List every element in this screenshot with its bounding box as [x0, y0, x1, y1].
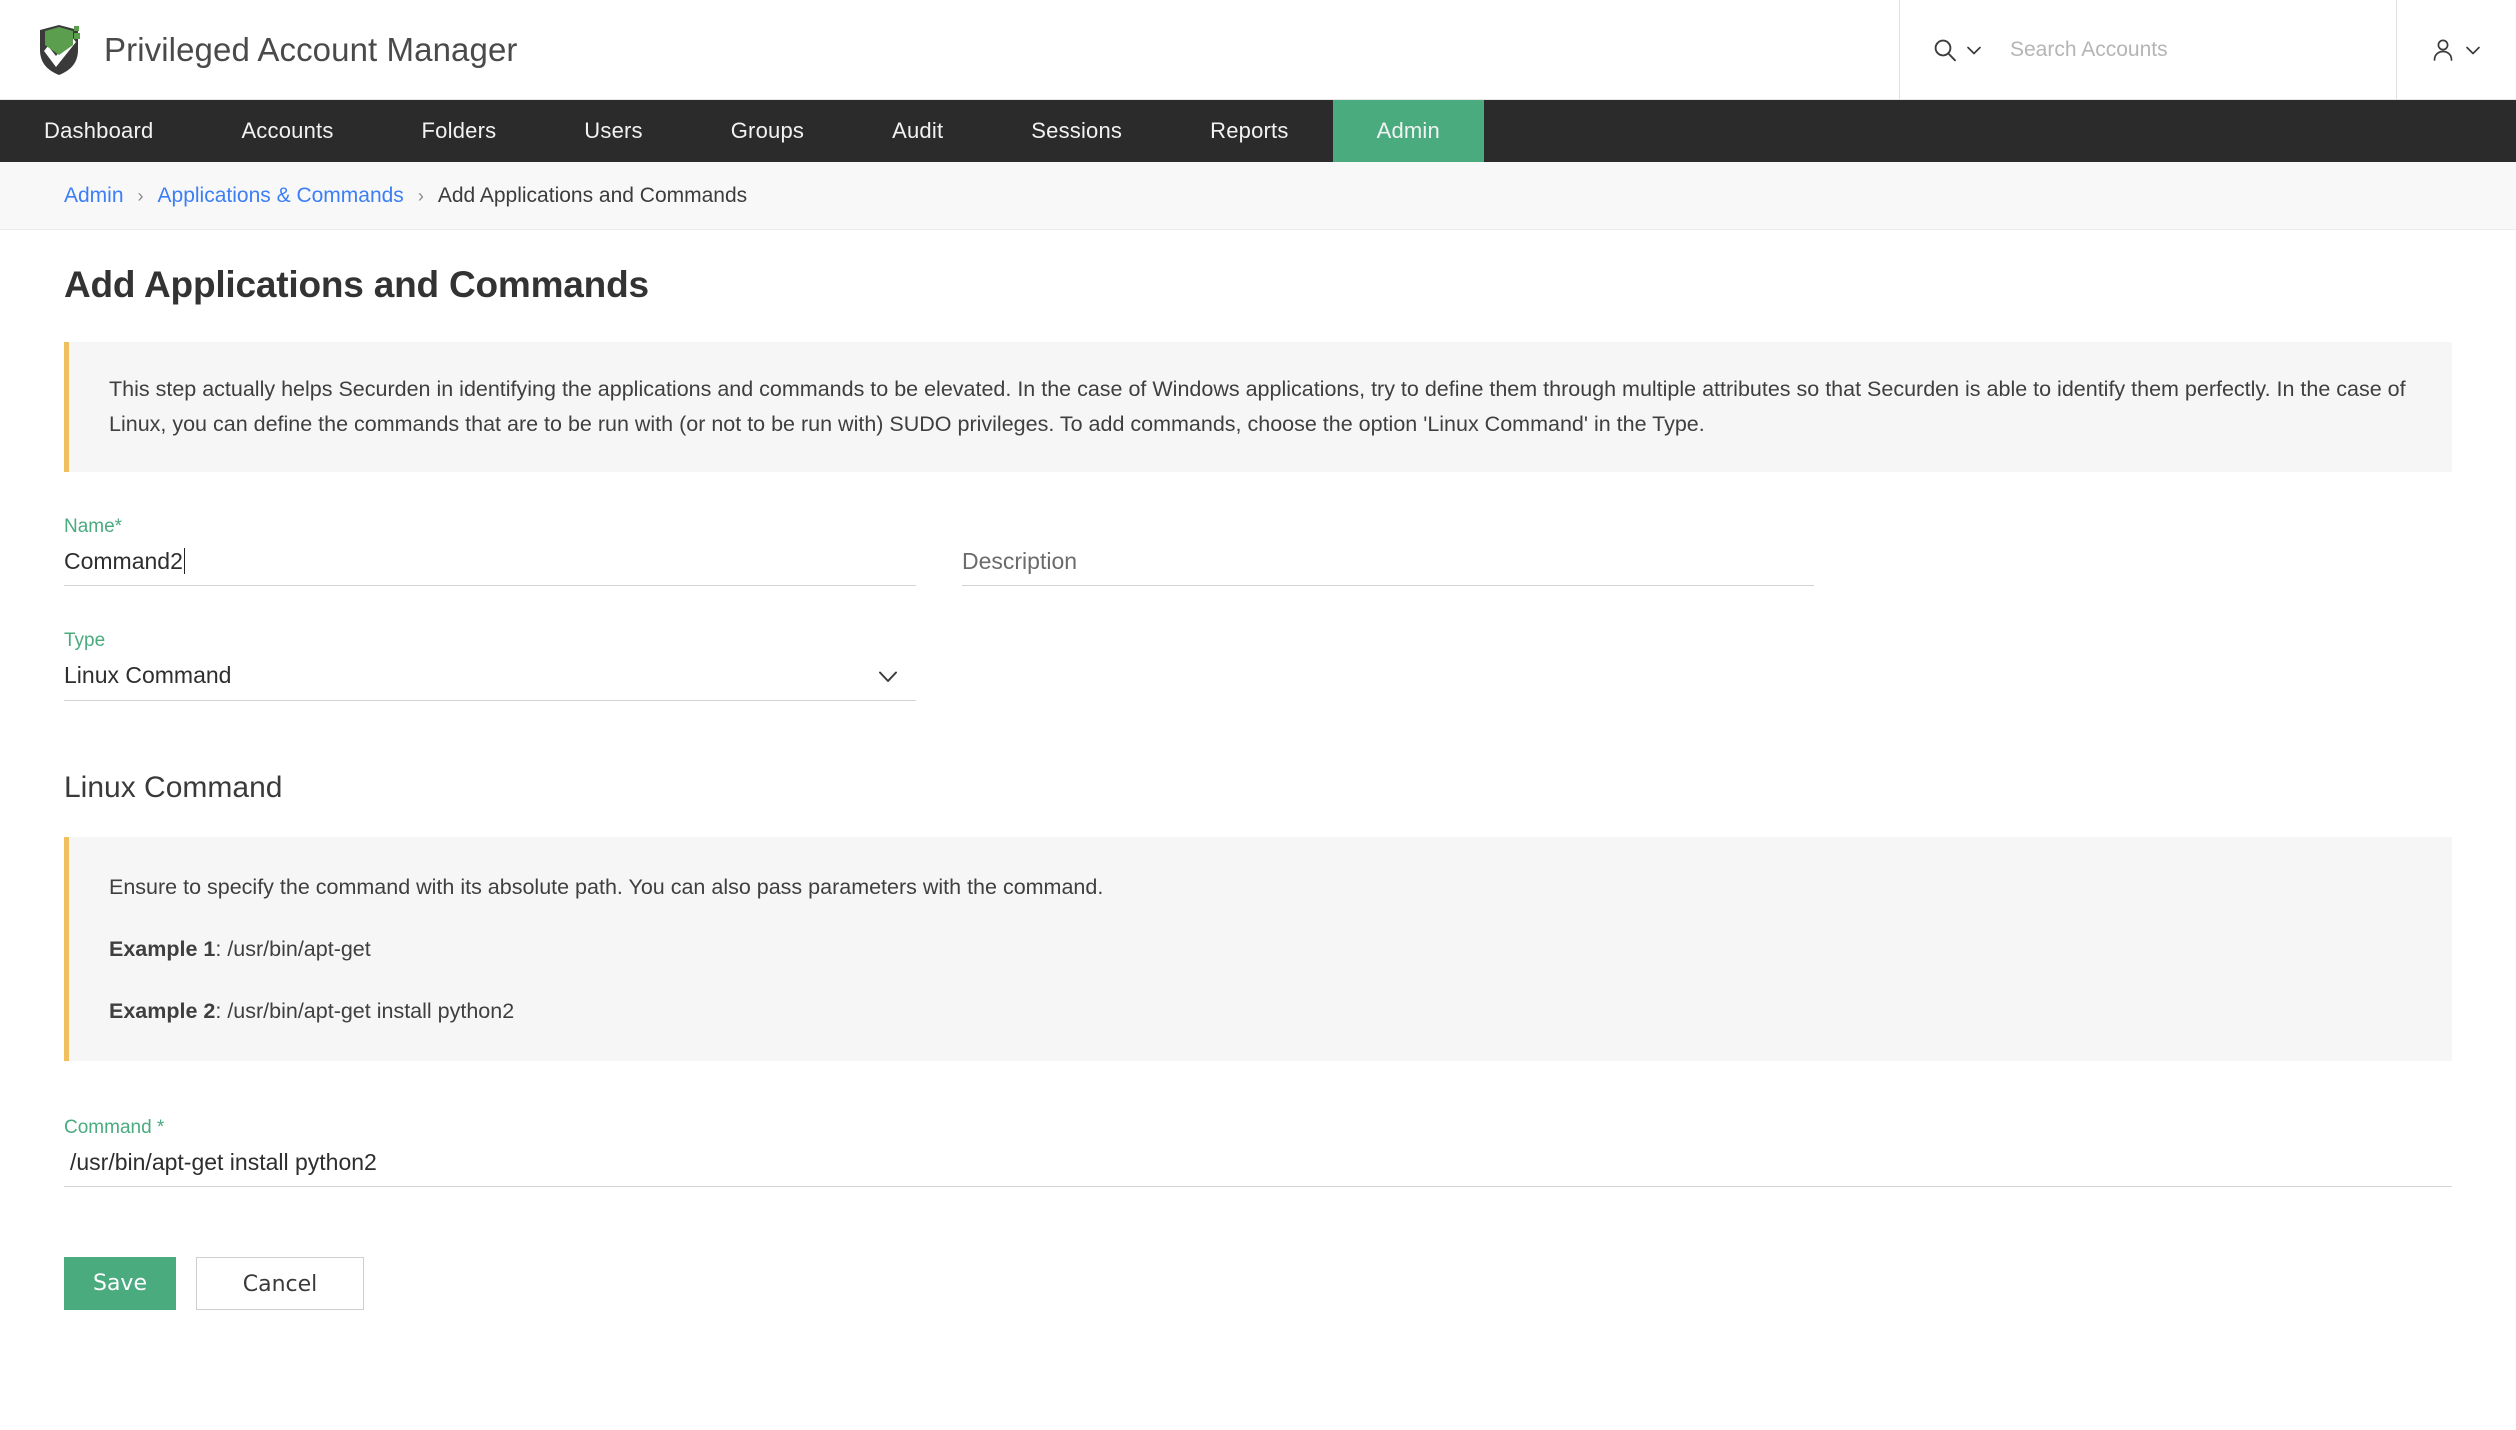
- description-input-wrap[interactable]: [962, 547, 1814, 586]
- app-header: Privileged Account Manager: [0, 0, 2516, 100]
- brand[interactable]: Privileged Account Manager: [0, 0, 518, 99]
- command-field-label: Command *: [64, 1117, 165, 1139]
- name-input-value: Command2: [64, 547, 183, 574]
- example-1-label: Example 1: [109, 936, 216, 961]
- type-field-group: Type Linux Command: [64, 630, 916, 701]
- form-actions: Save Cancel: [64, 1257, 2452, 1350]
- nav-filler: [1483, 100, 2516, 162]
- breadcrumb-item-admin[interactable]: Admin: [64, 184, 124, 208]
- cancel-button[interactable]: Cancel: [196, 1257, 364, 1311]
- breadcrumb-separator: ›: [137, 185, 144, 206]
- user-icon[interactable]: [2430, 37, 2456, 63]
- search-input[interactable]: [2010, 37, 2350, 62]
- example-1-value: : /usr/bin/apt-get: [215, 936, 371, 961]
- linux-command-example-2: Example 2: /usr/bin/apt-get install pyth…: [109, 995, 2418, 1027]
- example-2-value: : /usr/bin/apt-get install python2: [215, 999, 515, 1024]
- type-select-value: Linux Command: [64, 662, 232, 689]
- name-input-wrap[interactable]: Command2: [64, 548, 916, 586]
- breadcrumb-separator: ›: [417, 185, 424, 206]
- name-description-row: Name* Command2: [64, 516, 2452, 586]
- description-field-group: [962, 516, 1814, 586]
- page-info-banner-text: This step actually helps Securden in ide…: [109, 377, 2406, 436]
- nav-item-audit[interactable]: Audit: [848, 100, 987, 162]
- example-2-label: Example 2: [109, 999, 216, 1024]
- brand-title: Privileged Account Manager: [104, 30, 518, 68]
- nav-item-groups[interactable]: Groups: [687, 100, 848, 162]
- breadcrumb-item-applications-commands[interactable]: Applications & Commands: [158, 184, 404, 208]
- search-zone: [1899, 0, 2396, 99]
- breadcrumb: Admin › Applications & Commands › Add Ap…: [0, 162, 2516, 230]
- nav-item-accounts[interactable]: Accounts: [197, 100, 377, 162]
- command-input-value: /usr/bin/apt-get install python2: [70, 1149, 377, 1176]
- search-icon[interactable]: [1932, 37, 1958, 63]
- command-input-wrap[interactable]: /usr/bin/apt-get install python2: [64, 1149, 2452, 1188]
- main-navigation: Dashboard Accounts Folders Users Groups …: [0, 100, 2516, 162]
- page-body: Add Applications and Commands This step …: [0, 230, 2516, 1351]
- name-field-label: Name*: [64, 515, 123, 537]
- nav-item-sessions[interactable]: Sessions: [987, 100, 1166, 162]
- page-title: Add Applications and Commands: [64, 264, 649, 305]
- nav-item-dashboard[interactable]: Dashboard: [0, 100, 197, 162]
- description-input[interactable]: [962, 547, 1814, 575]
- search-scope-selector[interactable]: [1932, 37, 1984, 63]
- nav-item-folders[interactable]: Folders: [378, 100, 541, 162]
- name-field-group: Name* Command2: [64, 516, 916, 586]
- header-spacer: [518, 0, 1899, 99]
- chevron-down-icon[interactable]: [874, 662, 916, 690]
- linux-command-info-banner: Ensure to specify the command with its a…: [64, 836, 2452, 1062]
- shield-check-logo-icon: [36, 24, 82, 76]
- breadcrumb-item-current: Add Applications and Commands: [437, 183, 748, 207]
- chevron-down-icon[interactable]: [2463, 40, 2483, 60]
- linux-command-info-text: Ensure to specify the command with its a…: [109, 874, 1104, 899]
- type-field-label: Type: [64, 629, 106, 651]
- save-button[interactable]: Save: [64, 1257, 176, 1311]
- nav-item-users[interactable]: Users: [540, 100, 686, 162]
- text-cursor: [183, 548, 186, 575]
- command-field-group: Command * /usr/bin/apt-get install pytho…: [64, 1117, 2452, 1188]
- chevron-down-icon[interactable]: [1964, 40, 1984, 60]
- type-select[interactable]: Linux Command: [64, 662, 916, 701]
- linux-command-section-heading: Linux Command: [64, 770, 283, 804]
- linux-command-example-1: Example 1: /usr/bin/apt-get: [109, 933, 2418, 965]
- description-field-label: [962, 516, 1814, 538]
- nav-item-reports[interactable]: Reports: [1166, 100, 1332, 162]
- type-row: Type Linux Command: [64, 630, 2452, 701]
- nav-item-admin[interactable]: Admin: [1332, 100, 1484, 162]
- page-info-banner: This step actually helps Securden in ide…: [64, 342, 2452, 472]
- user-menu[interactable]: [2396, 0, 2516, 99]
